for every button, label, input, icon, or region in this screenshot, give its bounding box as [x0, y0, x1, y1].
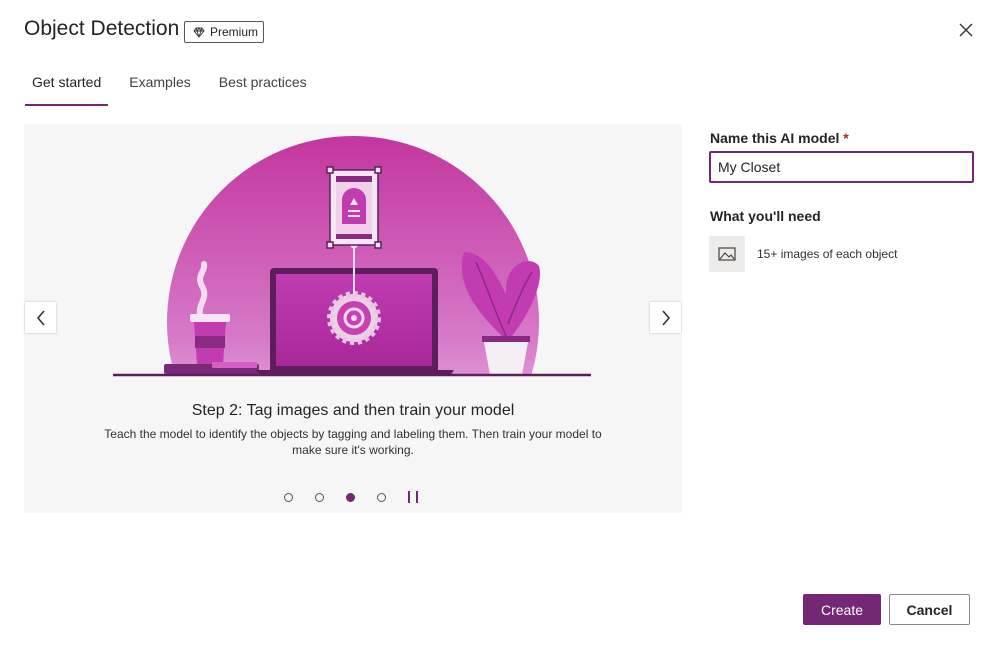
tab-examples[interactable]: Examples [121, 72, 198, 102]
close-icon [959, 23, 973, 37]
carousel-next-button[interactable] [650, 302, 681, 333]
carousel-prev-button[interactable] [25, 302, 56, 333]
dialog-title: Object Detection [24, 17, 180, 40]
chevron-right-icon [661, 309, 670, 326]
tab-list: Get started Examples Best practices [24, 72, 327, 106]
tab-best-practices[interactable]: Best practices [211, 72, 315, 102]
pause-icon[interactable] [408, 491, 418, 503]
carousel-pagination [284, 491, 418, 503]
carousel-dot-2[interactable] [315, 492, 324, 502]
object-detection-dialog: Object Detection Premium Get started Exa… [0, 0, 999, 646]
carousel-dot-4[interactable] [377, 492, 386, 502]
create-button[interactable]: Create [803, 594, 881, 625]
model-name-label: Name this AI model * [710, 130, 849, 146]
step-title: Step 2: Tag images and then train your m… [191, 402, 515, 419]
carousel-dot-1[interactable] [284, 492, 293, 502]
carousel-panel: Step 2: Tag images and then train your m… [24, 124, 682, 513]
cancel-button[interactable]: Cancel [889, 594, 970, 625]
premium-badge: Premium [184, 21, 264, 43]
carousel-dot-3[interactable] [346, 492, 355, 502]
tag-and-train-illustration [113, 136, 591, 377]
model-name-input[interactable] [709, 151, 974, 183]
model-name-label-text: Name this AI model [710, 130, 840, 146]
step-description: Teach the model to identify the objects … [104, 427, 602, 457]
required-marker: * [843, 130, 849, 146]
close-button[interactable] [955, 19, 977, 41]
requirement-item: 15+ images of each object [757, 247, 898, 261]
tab-get-started[interactable]: Get started [24, 72, 109, 106]
diamond-icon [193, 27, 205, 37]
premium-badge-label: Premium [210, 25, 259, 39]
image-icon [709, 236, 745, 272]
requirements-heading: What you'll need [710, 208, 821, 224]
chevron-left-icon [36, 309, 45, 326]
